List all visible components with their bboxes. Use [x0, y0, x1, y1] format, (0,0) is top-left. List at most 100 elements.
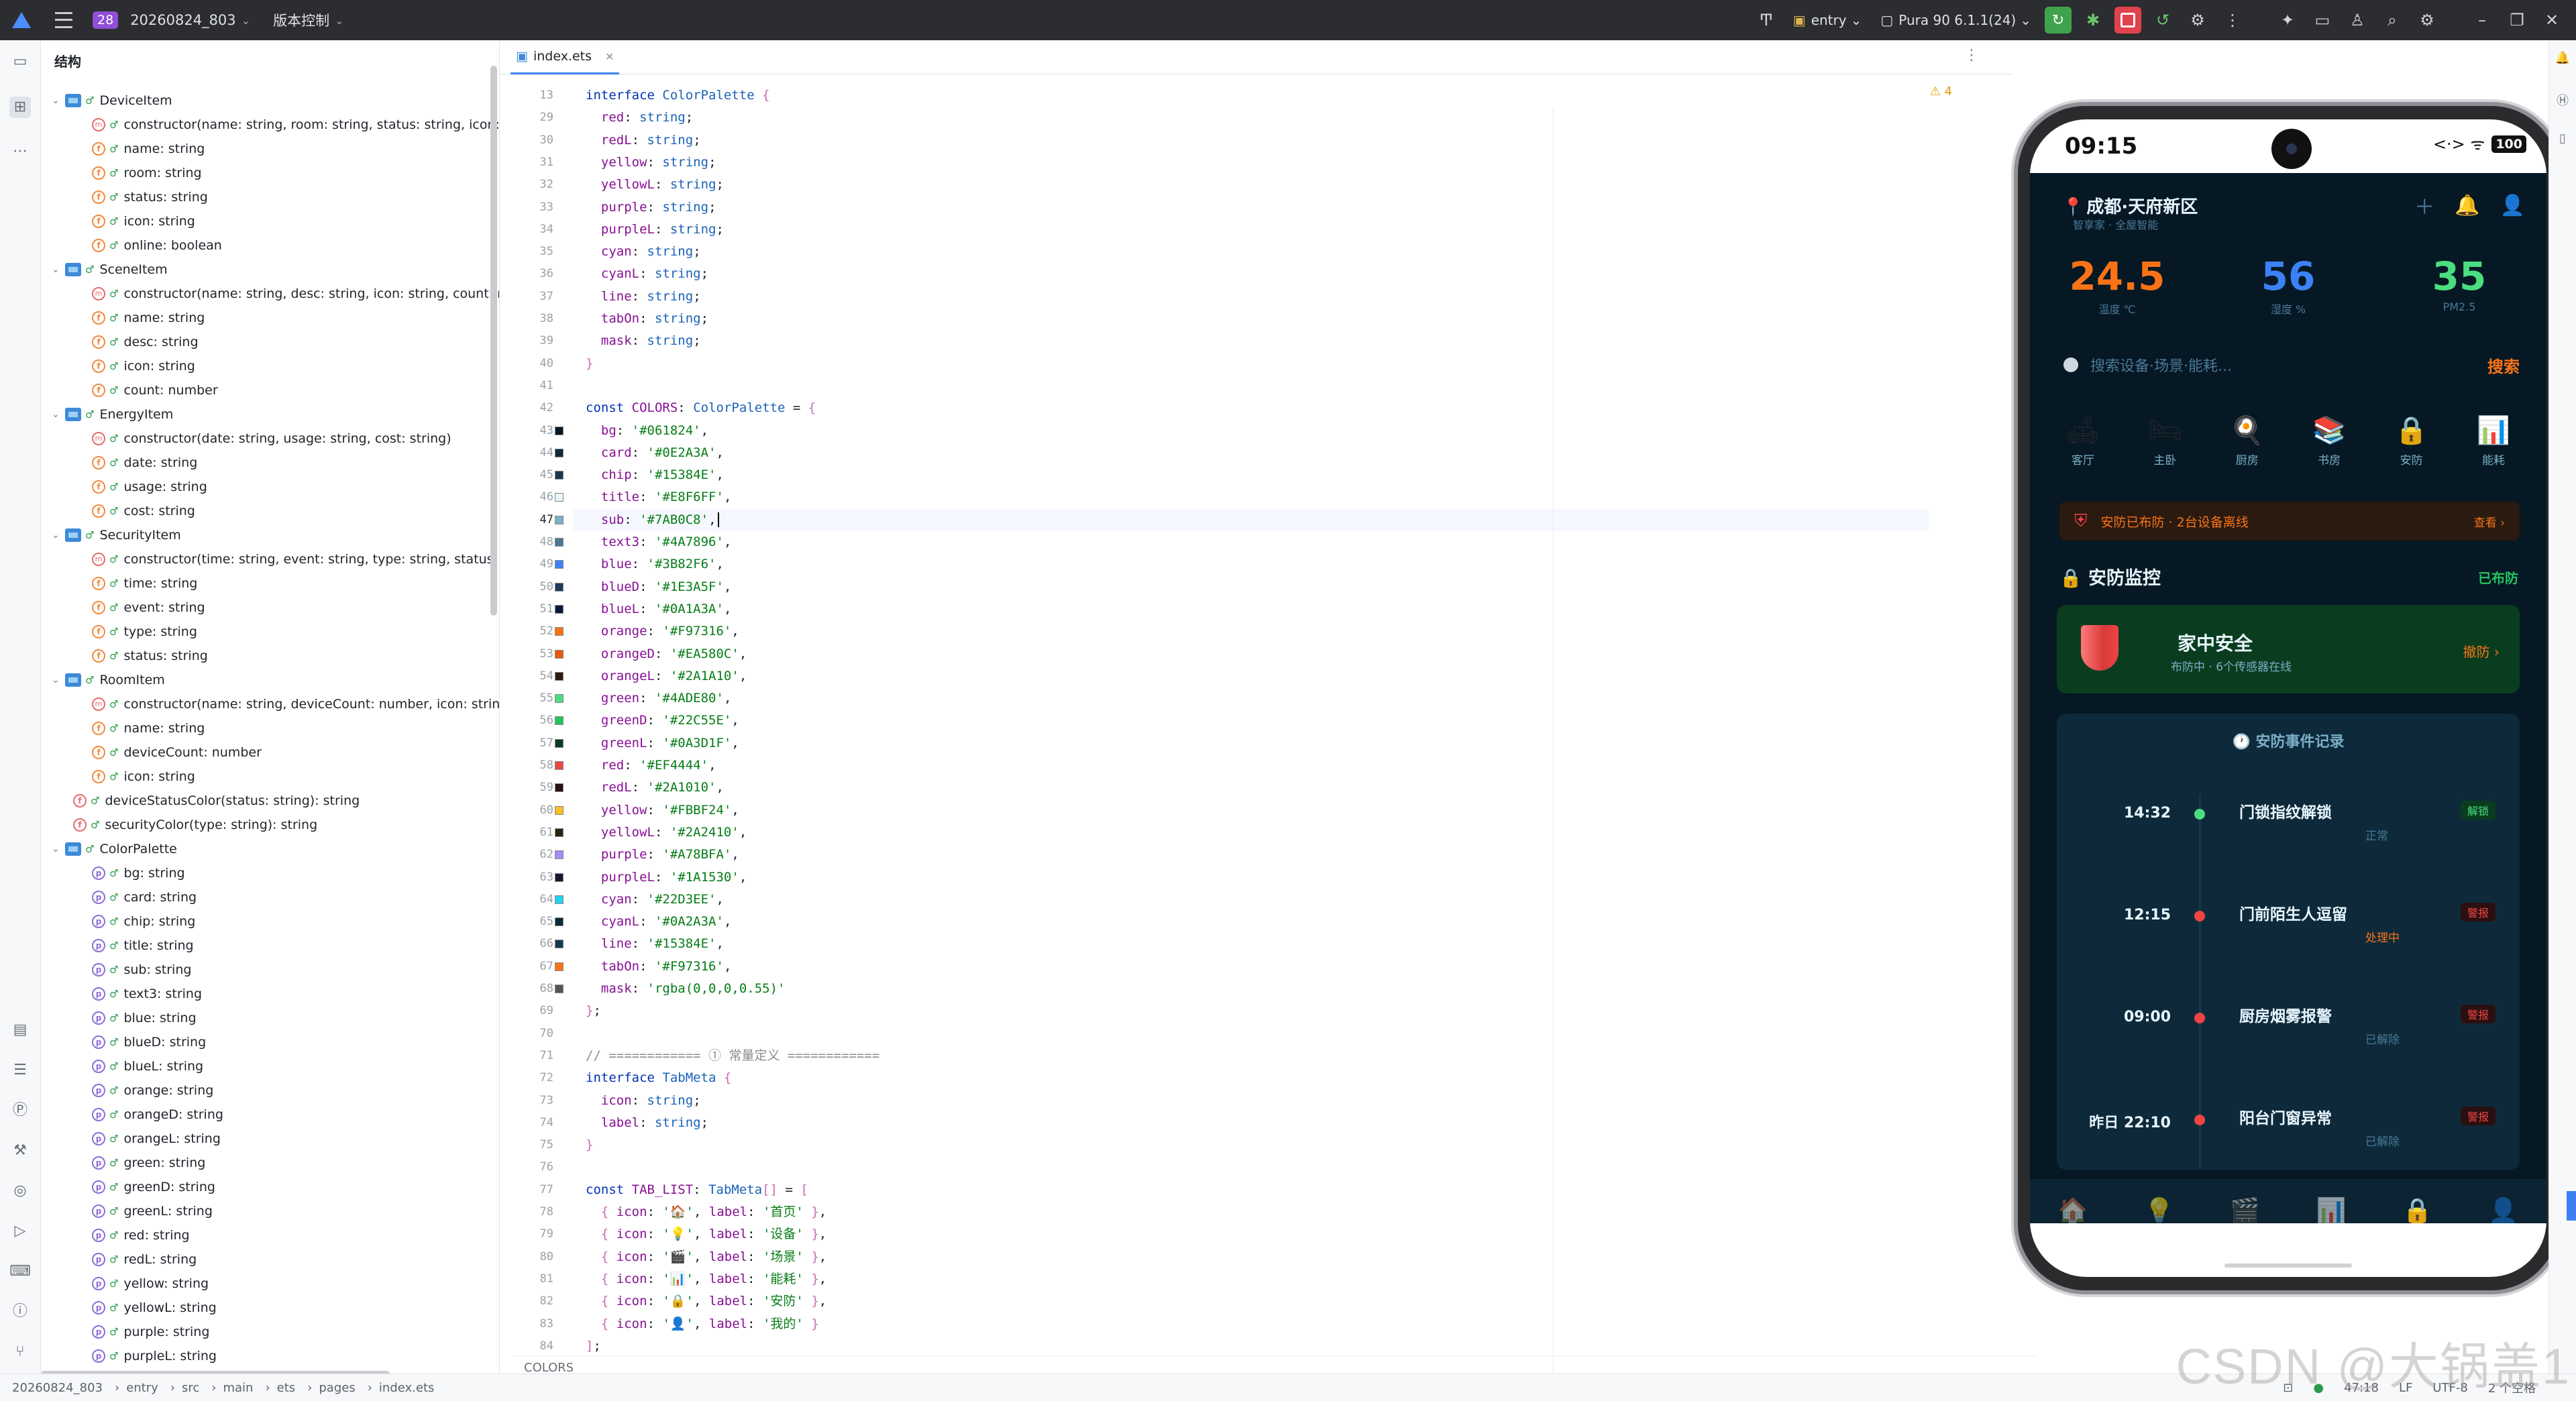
code-line[interactable]: card: '#0E2A3A', — [586, 442, 724, 464]
color-swatch-icon[interactable] — [555, 694, 564, 704]
tree-member-node[interactable]: p ♂ blueD: string — [92, 1030, 206, 1054]
code-line[interactable]: sub: '#7AB0C8', — [586, 509, 719, 531]
code-line[interactable]: const TAB_LIST: TabMeta[] = [ — [586, 1179, 808, 1201]
tree-class-node[interactable]: ⌄ ♂ DeviceItem — [52, 89, 172, 113]
tree-member-node[interactable]: f ♂ securityColor(type: string): string — [73, 813, 317, 837]
code-line[interactable]: red: '#EF4444', — [586, 754, 716, 777]
code-line[interactable]: greenL: '#0A3D1F', — [586, 732, 739, 754]
location-title[interactable]: 📍 成都·天府新区 — [2062, 193, 2198, 218]
account-icon[interactable]: ♙ — [2347, 9, 2368, 31]
code-line[interactable]: ]; — [586, 1335, 601, 1357]
settings-gear-icon[interactable]: ⚙ — [2416, 9, 2438, 31]
tree-member-node[interactable]: f ♂ name: string — [92, 716, 205, 740]
code-line[interactable]: bg: '#061824', — [586, 420, 708, 442]
tree-member-node[interactable]: f ♂ name: string — [92, 137, 205, 161]
tree-member-node[interactable]: p ♂ greenL: string — [92, 1199, 213, 1223]
path-segment[interactable]: main — [223, 1381, 253, 1395]
tree-member-node[interactable]: p ♂ title: string — [92, 934, 194, 958]
tree-member-node[interactable]: f ♂ type: string — [92, 620, 197, 644]
color-swatch-icon[interactable] — [555, 761, 564, 770]
metric-humidity[interactable]: 56 湿度 % — [2208, 254, 2369, 317]
project-name[interactable]: 20260824_803 — [130, 12, 235, 28]
search-input[interactable]: 搜索设备·场景·能耗... — [2090, 354, 2487, 376]
color-swatch-icon[interactable] — [555, 828, 564, 837]
project-folder-icon[interactable]: ▭ — [9, 51, 31, 72]
tree-member-node[interactable]: p ♂ chip: string — [92, 909, 195, 934]
expand-chevron-icon[interactable]: ⌄ — [52, 844, 65, 854]
tree-member-node[interactable]: f ♂ date: string — [92, 451, 197, 475]
tree-member-node[interactable]: p ♂ purpleL: string — [92, 1344, 217, 1368]
tree-member-node[interactable]: f ♂ status: string — [92, 644, 208, 668]
alert-view-link[interactable]: 查看 › — [2474, 513, 2505, 530]
path-segment[interactable]: pages — [319, 1381, 355, 1395]
warning-count[interactable]: ⚠ 4 — [1930, 85, 1952, 99]
code-line[interactable]: redL: '#2A1010', — [586, 777, 724, 799]
terminal-icon[interactable]: ⌨ — [9, 1261, 31, 1282]
security-alert-banner[interactable]: ⛨ 安防已布防 · 2台设备离线 查看 › — [2059, 502, 2520, 541]
tree-member-node[interactable]: f ♂ deviceStatusColor(status: string): str… — [73, 789, 360, 813]
path-segment[interactable]: 20260824_803 — [12, 1381, 103, 1395]
color-swatch-icon[interactable] — [555, 805, 564, 815]
structure-icon[interactable]: ⊞ — [9, 97, 31, 118]
code-line[interactable]: yellow: string; — [586, 152, 716, 174]
tree-class-node[interactable]: ⌄ ♂ EnergyItem — [52, 402, 173, 427]
path-segment[interactable]: src — [182, 1381, 199, 1395]
code-line[interactable]: blueD: '#1E3A5F', — [586, 576, 732, 598]
code-line[interactable]: const COLORS: ColorPalette = { — [586, 397, 816, 419]
bell-icon[interactable]: 🔔 — [2455, 194, 2479, 217]
tree-member-node[interactable]: f ♂ usage: string — [92, 475, 207, 499]
code-line[interactable]: { icon: '👤', label: '我的' } — [586, 1313, 819, 1335]
code-line[interactable]: purple: '#A78BFA', — [586, 844, 739, 866]
module-selector[interactable]: ▣ entry ⌄ — [1793, 12, 1862, 28]
build-icon[interactable]: ⚒ — [9, 1140, 31, 1162]
code-line[interactable]: cyan: string; — [586, 241, 701, 263]
code-line[interactable]: }; — [586, 1000, 601, 1022]
color-swatch-icon[interactable] — [555, 604, 564, 614]
code-line[interactable]: redL: string; — [586, 129, 701, 152]
code-line[interactable]: green: '#4ADE80', — [586, 687, 732, 710]
tree-member-node[interactable]: f ♂ status: string — [92, 185, 208, 209]
code-line[interactable]: line: string; — [586, 286, 701, 308]
tree-member-node[interactable]: f ♂ cost: string — [92, 499, 195, 523]
previewer-tab[interactable] — [2567, 1191, 2576, 1221]
tree-member-node[interactable]: m ♂ constructor(time: string, event: strin… — [92, 547, 499, 571]
home-indicator[interactable] — [2224, 1264, 2352, 1268]
code-line[interactable]: orange: '#F97316', — [586, 620, 739, 642]
add-icon[interactable]: ＋ — [2414, 190, 2434, 220]
quick-entry-item[interactable]: 🍳 厨房 — [2208, 414, 2287, 482]
color-swatch-icon[interactable] — [555, 649, 564, 659]
code-line[interactable]: tabOn: string; — [586, 308, 708, 330]
tree-member-node[interactable]: f ♂ online: boolean — [92, 233, 222, 258]
code-line[interactable]: { icon: '🏠', label: '首页' }, — [586, 1201, 826, 1223]
profiler-p-icon[interactable]: Ⓟ — [9, 1100, 31, 1121]
code-line[interactable]: purpleL: '#1A1530', — [586, 866, 747, 889]
path-segment[interactable]: entry — [126, 1381, 158, 1395]
color-swatch-icon[interactable] — [555, 471, 564, 480]
tree-member-node[interactable]: f ♂ count: number — [92, 378, 218, 402]
tab-index-ets[interactable]: ▣ index.ets ✕ — [511, 40, 620, 74]
code-line[interactable]: mask: 'rgba(0,0,0,0.55)' — [586, 978, 786, 1000]
tree-member-node[interactable]: p ♂ redL: string — [92, 1247, 197, 1272]
quick-entry-item[interactable]: 📚 书房 — [2290, 414, 2369, 482]
code-line[interactable]: orangeD: '#EA580C', — [586, 643, 747, 665]
code-line[interactable]: } — [586, 353, 593, 375]
tree-member-node[interactable]: f ♂ deviceCount: number — [92, 740, 262, 765]
tree-member-node[interactable]: p ♂ orangeD: string — [92, 1103, 223, 1127]
tree-member-node[interactable]: p ♂ bg: string — [92, 861, 185, 885]
color-swatch-icon[interactable] — [555, 515, 564, 524]
code-line[interactable]: orangeL: '#2A1A10', — [586, 665, 747, 687]
text-tool-icon[interactable]: Ͳ — [1756, 9, 1777, 31]
tree-member-node[interactable]: f ♂ icon: string — [92, 209, 195, 233]
tree-member-node[interactable]: m ♂ constructor(name: string, room: string… — [92, 113, 499, 137]
reload-icon[interactable]: ↺ — [2152, 9, 2174, 31]
color-swatch-icon[interactable] — [555, 426, 564, 435]
code-line[interactable]: icon: string; — [586, 1090, 701, 1112]
quick-entry-item[interactable]: 🛏 主卧 — [2125, 414, 2204, 482]
code-line[interactable]: chip: '#15384E', — [586, 464, 724, 486]
tree-member-node[interactable]: p ♂ blueL: string — [92, 1054, 203, 1078]
code-line[interactable]: interface ColorPalette { — [586, 85, 770, 107]
code-line[interactable]: line: '#15384E', — [586, 933, 724, 955]
harmony-icon[interactable]: Ⓗ — [2555, 91, 2571, 108]
tree-member-node[interactable]: p ♂ sub: string — [92, 958, 191, 982]
code-line[interactable]: blueL: '#0A1A3A', — [586, 598, 732, 620]
